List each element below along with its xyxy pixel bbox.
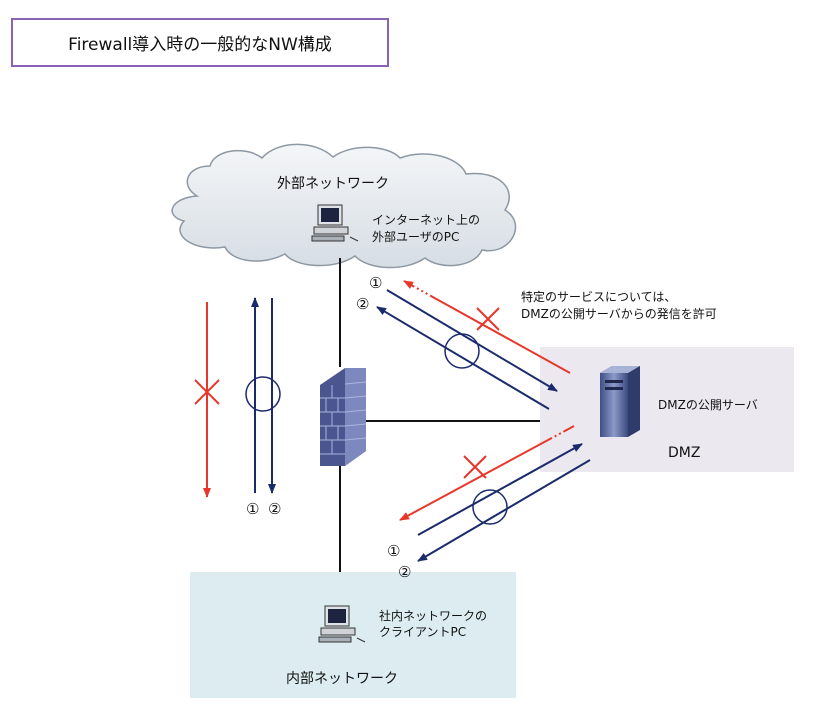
cloud-icon — [171, 143, 517, 269]
step-marker-1: ① — [246, 500, 260, 518]
dmz-zone-label: DMZ — [668, 445, 701, 461]
step-marker-2: ② — [268, 500, 282, 518]
external-pc-label-line1: インターネット上の — [372, 213, 481, 227]
server-icon — [600, 366, 640, 437]
internal-network-label: 内部ネットワーク — [286, 671, 398, 687]
note-line2: DMZの公開サーバからの発信を許可 — [521, 307, 717, 321]
step-marker-1: ① — [387, 542, 401, 560]
internal-pc-label-line2: クライアントPC — [379, 625, 467, 639]
step-marker-2: ② — [356, 295, 370, 313]
blocked-flow-arrow — [399, 425, 575, 521]
dmz-server-label: DMZの公開サーバ — [658, 398, 758, 412]
step-marker-1: ① — [369, 274, 383, 292]
external-network-label: 外部ネットワーク — [277, 176, 389, 192]
note-line1: 特定のサービスについては、 — [521, 290, 677, 304]
allow-circle-icon — [245, 376, 281, 412]
step-marker-2: ② — [398, 563, 412, 581]
firewall-icon — [320, 368, 367, 466]
allowed-flow-arrow — [417, 459, 591, 562]
external-pc-label-line2: 外部ユーザのPC — [372, 230, 460, 244]
internal-pc-label-line1: 社内ネットワークの — [379, 609, 488, 623]
block-x-icon — [463, 455, 487, 479]
allowed-flow-arrow — [376, 306, 550, 410]
